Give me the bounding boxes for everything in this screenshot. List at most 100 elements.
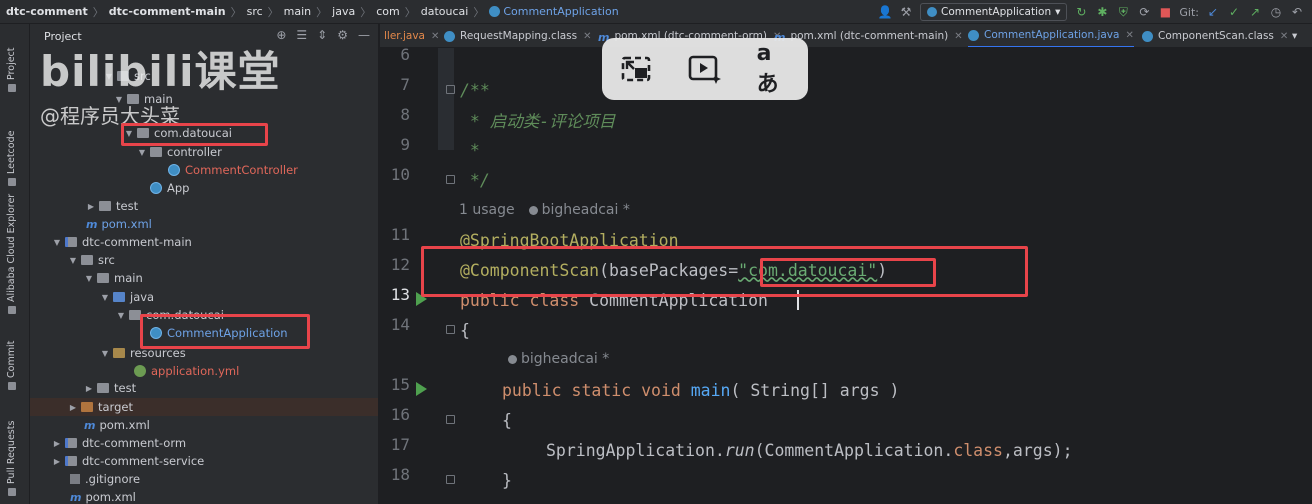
tree-item-module-main[interactable]: ▼ dtc-comment-main [52,233,192,251]
tree-item-java[interactable]: ▼ java [100,288,154,306]
author-hint[interactable]: bigheadcai * [521,351,609,367]
code-line[interactable]: /** [460,75,490,105]
run-gutter-icon[interactable] [416,382,427,396]
usage-hint[interactable]: 1 usage [459,202,515,218]
rollback-icon[interactable]: ↶ [1290,5,1304,19]
code-line[interactable]: * [460,135,480,165]
debug-icon[interactable]: ✱ [1095,5,1109,19]
code-line[interactable]: SpringApplication. run (CommentApplication… [546,435,1073,465]
breadcrumb-item[interactable]: com [376,5,400,18]
expand-icon[interactable]: ⇕ [317,28,327,42]
chevron-right-icon: ▶ [69,402,77,412]
breadcrumb-item[interactable]: src [247,5,263,18]
pull-request-icon [7,488,16,496]
tree-item-pom[interactable]: m pom.xml [86,215,152,233]
breadcrumb-item[interactable]: dtc-comment-main [109,5,226,18]
video-overlay-toolbar: aあ [602,38,808,100]
tool-tab-pull-requests[interactable]: Pull Requests [6,421,17,496]
git-commit-icon[interactable]: ✓ [1227,5,1241,19]
tool-tab-leetcode[interactable]: Leetcode [6,131,17,186]
chevron-down-icon: ▼ [101,292,109,302]
tool-tab-alibaba-cloud[interactable]: Alibaba Cloud Explorer [6,194,17,314]
inlay-hint[interactable]: 1 usage bigheadcai * [459,202,630,218]
close-icon[interactable]: ✕ [1280,31,1288,42]
tree-item-module-service[interactable]: ▶ dtc-comment-service [52,452,204,470]
stop-icon[interactable]: ■ [1158,5,1172,19]
class-icon [150,182,162,194]
git-update-icon[interactable]: ↙ [1206,5,1220,19]
person-icon [528,205,538,215]
spring-config-icon [134,365,146,377]
class-icon [489,6,501,17]
tool-window-strip: Project Leetcode Alibaba Cloud Explorer … [0,24,30,504]
tree-item-src[interactable]: ▼ src [68,251,115,269]
history-icon[interactable]: ◷ [1269,5,1283,19]
profiler-icon[interactable]: ⟳ [1137,5,1151,19]
fold-icon[interactable] [446,175,455,184]
breadcrumb-item[interactable]: datoucai [421,5,469,18]
minimize-icon[interactable]: — [358,28,370,42]
line-number: 18 [390,465,410,484]
tree-item-pom[interactable]: m pom.xml [84,416,150,434]
tree-item-app[interactable]: App [150,179,189,197]
translate-icon[interactable]: aあ [757,41,791,97]
build-hammer-icon[interactable]: ⚒ [899,5,913,19]
editor-tab[interactable]: RequestMapping.class ✕ [444,24,592,47]
chevron-down-icon: ▼ [101,348,109,358]
code-line[interactable]: * 启动类-评论项目 [460,105,615,135]
fold-icon[interactable] [446,415,455,424]
breadcrumb-item[interactable]: main [284,5,311,18]
tree-item-application-yml[interactable]: application.yml [134,362,239,380]
tree-item-module-orm[interactable]: ▶ dtc-comment-orm [52,434,186,452]
tree-item-test[interactable]: ▶ test [84,379,136,397]
fold-icon[interactable] [446,85,455,94]
tree-item-target[interactable]: ▶ target [30,398,378,416]
inlay-hint[interactable]: bigheadcai * [508,351,609,367]
run-configuration-select[interactable]: CommentApplication ▾ [919,3,1068,21]
coverage-icon[interactable]: ⛨ [1116,5,1130,19]
close-icon[interactable]: ✕ [431,31,439,42]
code-line[interactable]: { [502,405,512,435]
line-number: 17 [390,435,410,454]
close-icon[interactable]: ✕ [583,31,591,42]
chevron-down-icon: ▼ [85,273,93,283]
close-icon[interactable]: ✕ [954,31,962,42]
tree-item-pom[interactable]: m pom.xml [70,488,136,504]
collapse-all-icon[interactable]: ☰ [296,28,307,42]
chevron-down-icon: ▾ [1055,6,1061,18]
breadcrumb-item[interactable]: java [332,5,355,18]
breadcrumb-item[interactable]: CommentApplication [503,5,618,18]
gear-icon[interactable]: ⚙ [337,28,348,42]
breadcrumb-item[interactable]: dtc-comment [6,5,88,18]
code-line[interactable]: public static void main( String[] args ) [502,375,899,405]
tree-item-gitignore[interactable]: .gitignore [70,470,140,488]
code-line[interactable]: } [502,465,512,495]
folder-icon [97,273,109,283]
close-icon[interactable]: ✕ [1125,30,1133,41]
user-icon[interactable]: 👤 [878,5,893,19]
source-folder-icon [113,292,125,302]
code-line[interactable]: { [460,315,470,345]
author-hint[interactable]: bigheadcai * [542,202,630,218]
tool-tab-project[interactable]: Project [6,47,17,92]
line-number: 7 [400,75,410,94]
git-label: Git: [1179,5,1199,19]
fold-icon[interactable] [446,475,455,484]
ai-play-icon[interactable] [688,52,722,86]
editor-tab[interactable]: ComponentScan.class ✕ [1142,24,1288,47]
git-push-icon[interactable]: ↗ [1248,5,1262,19]
tabs-menu[interactable]: ▾ [1292,24,1297,47]
tree-item-comment-controller[interactable]: CommentController [168,161,298,179]
tree-item-test[interactable]: ▶ test [86,197,138,215]
tool-tab-commit[interactable]: Commit [6,341,17,390]
line-number: 12 [390,255,410,274]
class-icon [926,7,937,17]
annotation-box [760,258,936,287]
module-icon [65,456,77,466]
editor-tab-active[interactable]: CommentApplication.java ✕ [968,24,1134,47]
fold-icon[interactable] [446,325,455,334]
code-line[interactable]: */ [460,165,490,195]
exit-pip-icon[interactable] [619,52,653,86]
rerun-icon[interactable]: ↻ [1074,5,1088,19]
tree-item-main[interactable]: ▼ main [84,269,143,287]
